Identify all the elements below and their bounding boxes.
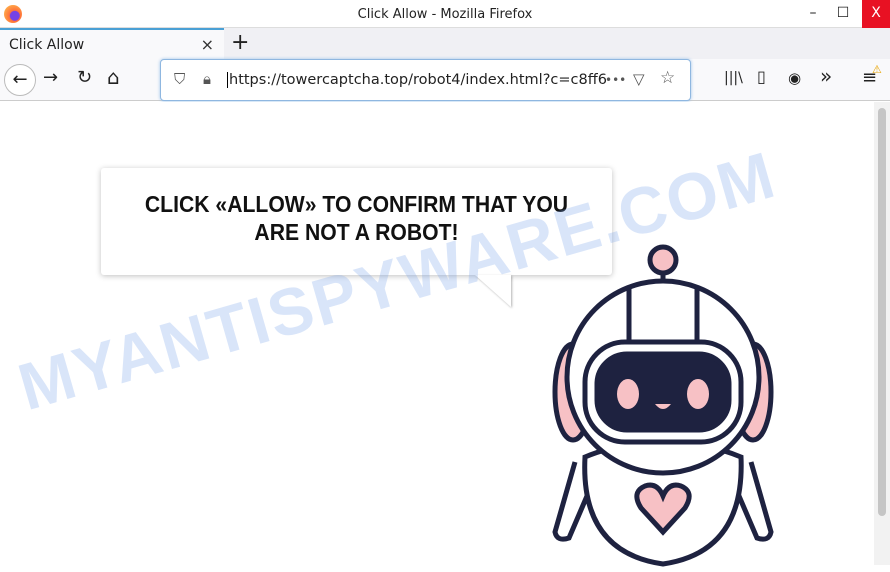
warning-icon: ⚠ [872, 63, 882, 76]
pocket-icon[interactable]: ▽ [633, 70, 645, 88]
minimize-button[interactable]: – [798, 0, 828, 28]
scrollbar-thumb[interactable] [878, 108, 886, 516]
title-bar: Click Allow - Mozilla Firefox – ☐ X [0, 0, 890, 28]
headline-line-2: ARE NOT A ROBOT! [254, 219, 459, 245]
bookmark-star-icon[interactable]: ☆ [660, 68, 675, 88]
overflow-menu-icon[interactable]: » [820, 64, 832, 88]
forward-button[interactable]: → [43, 67, 58, 88]
tab-label: Click Allow [9, 37, 85, 53]
navigation-toolbar: ← → ↻ ⌂ ⛉ 🔒︎ https://towercaptcha.top/ro… [0, 59, 890, 101]
sidebar-icon[interactable]: ▯ [757, 67, 766, 86]
reload-button[interactable]: ↻ [77, 67, 92, 88]
library-icon[interactable]: |||\ [724, 70, 743, 86]
headline-line-1: CLICK «ALLOW» TO CONFIRM THAT YOU [144, 191, 569, 217]
home-button[interactable]: ⌂ [107, 65, 120, 89]
robot-illustration [552, 244, 774, 567]
tab-click-allow[interactable]: Click Allow × [0, 28, 224, 59]
back-button[interactable]: ← [4, 64, 36, 96]
url-input[interactable]: https://towercaptcha.top/robot4/index.ht… [227, 72, 607, 88]
window-title: Click Allow - Mozilla Firefox [357, 7, 533, 22]
speech-bubble: CLICK «ALLOW» TO CONFIRM THAT YOU ARE NO… [101, 168, 612, 275]
account-icon[interactable]: ◉ [788, 69, 801, 87]
shield-icon[interactable]: ⛉ [174, 70, 185, 88]
vertical-scrollbar[interactable] [874, 102, 890, 565]
maximize-button[interactable]: ☐ [828, 0, 858, 28]
tab-bar: Click Allow × + [0, 28, 890, 59]
lock-icon[interactable]: 🔒︎ [203, 70, 211, 88]
close-window-button[interactable]: X [862, 0, 890, 28]
speech-bubble-tail [475, 275, 511, 307]
url-bar[interactable]: ⛉ 🔒︎ https://towercaptcha.top/robot4/ind… [160, 59, 691, 101]
tab-close-icon[interactable]: × [201, 35, 214, 54]
new-tab-button[interactable]: + [231, 30, 249, 55]
page-content: CLICK «ALLOW» TO CONFIRM THAT YOU ARE NO… [0, 102, 890, 567]
page-actions-icon[interactable]: ••• [605, 73, 626, 87]
